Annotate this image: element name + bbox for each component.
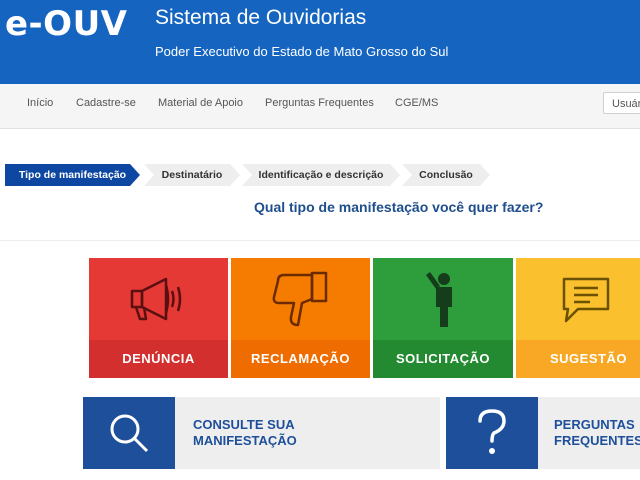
user-button[interactable]: Usuári	[603, 92, 640, 114]
tile-reclamacao[interactable]: RECLAMAÇÃO	[231, 258, 370, 378]
tile-sugestao-label: SUGESTÃO	[516, 340, 640, 378]
consult-icon-box	[83, 397, 175, 469]
tile-denuncia-label: DENÚNCIA	[89, 340, 228, 378]
tile-denuncia[interactable]: DENÚNCIA	[89, 258, 228, 378]
step-progress: Tipo de manifestação Destinatário Identi…	[0, 164, 640, 186]
step-identificacao-e-descricao[interactable]: Identificação e descrição	[242, 164, 400, 186]
faq-line-1: PERGUNTAS	[554, 417, 635, 432]
top-navigation: Início Cadastre-se Material de Apoio Per…	[0, 84, 640, 129]
consult-line-1: CONSULTE SUA	[193, 417, 295, 432]
speech-bubble-icon	[562, 277, 610, 323]
logo[interactable]: e-OUV	[5, 4, 128, 44]
tile-solicitacao-label: SOLICITAÇÃO	[373, 340, 513, 378]
consult-line-2: MANIFESTAÇÃO	[193, 433, 297, 448]
tile-denuncia-icon-area	[89, 258, 228, 340]
faq-text: PERGUNTAS FREQUENTES	[554, 417, 640, 449]
nav-item-inicio[interactable]: Início	[27, 97, 53, 109]
header-bar: e-OUV Sistema de Ouvidorias Poder Execut…	[0, 0, 640, 84]
consult-manifestation-card[interactable]: CONSULTE SUA MANIFESTAÇÃO	[83, 397, 440, 469]
thumbs-down-icon	[272, 271, 327, 327]
system-subtitle: Poder Executivo do Estado de Mato Grosso…	[155, 44, 449, 59]
magnifier-icon	[110, 414, 149, 453]
person-raising-hand-icon	[426, 272, 452, 327]
tile-solicitacao-icon-area	[373, 258, 513, 340]
tile-solicitacao[interactable]: SOLICITAÇÃO	[373, 258, 513, 378]
question-heading: Qual tipo de manifestação você quer faze…	[254, 199, 544, 215]
consult-text: CONSULTE SUA MANIFESTAÇÃO	[193, 417, 297, 449]
nav-item-perguntas-frequentes[interactable]: Perguntas Frequentes	[265, 97, 374, 109]
nav-item-cge-ms[interactable]: CGE/MS	[395, 97, 438, 109]
faq-line-2: FREQUENTES	[554, 433, 640, 448]
tile-sugestao[interactable]: SUGESTÃO	[516, 258, 640, 378]
megaphone-icon	[130, 277, 181, 321]
tile-reclamacao-icon-area	[231, 258, 370, 340]
step-destinatario[interactable]: Destinatário	[144, 164, 240, 186]
system-title: Sistema de Ouvidorias	[155, 6, 367, 29]
step-tipo-de-manifestacao[interactable]: Tipo de manifestação	[5, 164, 140, 186]
faq-icon-box	[446, 397, 538, 469]
question-mark-icon	[478, 409, 506, 454]
faq-card[interactable]: PERGUNTAS FREQUENTES	[446, 397, 640, 469]
tile-sugestao-icon-area	[516, 258, 640, 340]
divider	[0, 240, 640, 241]
step-conclusao[interactable]: Conclusão	[402, 164, 490, 186]
nav-item-cadastre-se[interactable]: Cadastre-se	[76, 97, 136, 109]
tile-reclamacao-label: RECLAMAÇÃO	[231, 340, 370, 378]
nav-item-material-de-apoio[interactable]: Material de Apoio	[158, 97, 243, 109]
